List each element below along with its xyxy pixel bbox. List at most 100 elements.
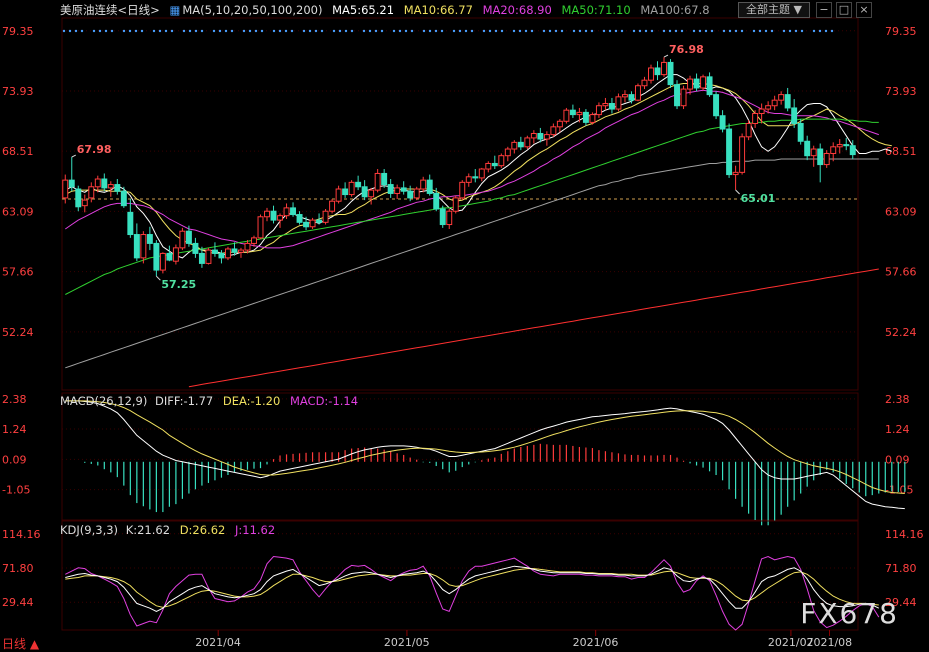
signal-dot <box>230 29 234 33</box>
candle-body <box>745 122 752 138</box>
chevron-down-icon: ▼ <box>793 3 802 16</box>
signal-dot <box>812 29 816 33</box>
signal-dot <box>488 29 492 33</box>
restore-icon[interactable]: □ <box>836 2 852 18</box>
signal-dot <box>374 29 378 33</box>
candle-body <box>589 114 596 123</box>
candle-body <box>810 148 817 157</box>
kdj-panel: 114.16 114.1671.80 71.8029.44 29.44 <box>2 520 924 631</box>
candle-body <box>75 188 82 208</box>
candle-body <box>166 252 173 261</box>
signal-dot <box>590 29 594 33</box>
signal-dot <box>242 29 246 33</box>
candle-body <box>784 94 791 109</box>
y-tick-label-left: 79.35 <box>2 25 34 38</box>
ma50-value: MA50:71.10 <box>561 3 631 17</box>
candle-body <box>146 234 153 244</box>
candle-body <box>264 210 270 218</box>
theme-button-label: 全部主题 <box>746 3 791 16</box>
macd-legend-diff: DIFF:-1.77 <box>155 394 214 408</box>
candle-body <box>667 61 674 86</box>
candle-body <box>778 94 785 101</box>
kdj-header: KDJ(9,3,3) K:21.62 D:26.62 J:11.62 <box>60 523 281 537</box>
candle-body <box>621 94 628 98</box>
signal-dot <box>338 29 342 33</box>
candle-body <box>472 176 479 179</box>
candle-body <box>400 187 407 192</box>
signal-dot <box>572 29 576 33</box>
signal-dot <box>200 29 204 33</box>
y-tick-label-left: 1.24 <box>2 423 27 436</box>
signal-dot <box>650 29 654 33</box>
candle-body <box>543 134 550 140</box>
y-tick-label-right: 73.93 <box>885 85 917 98</box>
candle-body <box>563 109 570 122</box>
candle-body <box>387 184 394 194</box>
signal-dot <box>212 29 216 33</box>
period-tab[interactable]: 日线 ▲ <box>2 635 39 652</box>
signal-dot <box>104 29 108 33</box>
signal-dot <box>434 29 438 33</box>
candle-body <box>491 162 498 167</box>
signal-dot <box>410 29 414 33</box>
ma5-value: MA5:65.21 <box>332 3 395 17</box>
candle-body <box>524 137 531 148</box>
signal-dot <box>554 29 558 33</box>
signal-dot <box>638 29 642 33</box>
signal-dot <box>752 29 756 33</box>
signal-dot <box>452 29 456 33</box>
signal-dot <box>152 29 156 33</box>
candle-body <box>407 190 414 199</box>
signal-dot <box>560 29 564 33</box>
signal-dot <box>770 29 774 33</box>
candle-body <box>342 188 349 196</box>
macd-dea-line <box>65 400 905 494</box>
signal-dot <box>134 29 138 33</box>
y-tick-label-right: 57.66 <box>885 266 917 279</box>
candle-body <box>654 67 661 76</box>
y-tick-label-right: 79.35 <box>885 25 917 38</box>
annotation-label: 65.01 <box>741 192 776 205</box>
candle-body <box>771 99 778 107</box>
panel-frame <box>61 17 859 391</box>
candle-body <box>68 179 75 188</box>
signal-dot <box>512 29 516 33</box>
candle-body <box>465 176 472 183</box>
candle-body <box>355 181 362 188</box>
signal-dot <box>272 29 276 33</box>
signal-dot <box>644 29 648 33</box>
y-tick-label-right: 52.24 <box>885 326 917 339</box>
candle-body <box>374 172 381 191</box>
x-tick-label: 2021/06 <box>573 636 619 649</box>
y-tick-label-left: 68.51 <box>2 145 34 158</box>
signal-dot <box>530 29 534 33</box>
signal-dot <box>830 29 834 33</box>
candle-body <box>205 249 212 264</box>
signal-dot <box>632 29 636 33</box>
signal-dot <box>818 29 822 33</box>
candle-body <box>843 144 850 147</box>
x-tick-label: 2021/05 <box>384 636 430 649</box>
candle-body <box>726 128 733 176</box>
candle-body <box>211 249 218 254</box>
candle-body <box>628 94 635 101</box>
signal-dot <box>320 29 324 33</box>
annotation-leader <box>71 154 76 158</box>
close-icon[interactable]: × <box>856 2 872 18</box>
signal-dot <box>464 29 468 33</box>
signal-dot <box>224 29 228 33</box>
candle-body <box>459 181 466 199</box>
candle-body <box>114 184 121 192</box>
signal-dot <box>788 29 792 33</box>
y-tick-label-right: 114.16 <box>885 528 924 541</box>
ma-line-ma200 <box>188 268 879 388</box>
signal-dot <box>710 29 714 33</box>
ma-indicator-icon[interactable]: ▦ <box>169 3 180 17</box>
y-tick-label-left: 63.09 <box>2 205 34 218</box>
candle-body <box>159 252 166 271</box>
minimize-icon[interactable]: − <box>816 2 832 18</box>
theme-dropdown-button[interactable]: 全部主题 ▼ <box>738 2 810 18</box>
y-tick-label-right: 0.09 <box>885 453 910 466</box>
signal-dot <box>80 29 84 33</box>
signal-dot <box>764 29 768 33</box>
